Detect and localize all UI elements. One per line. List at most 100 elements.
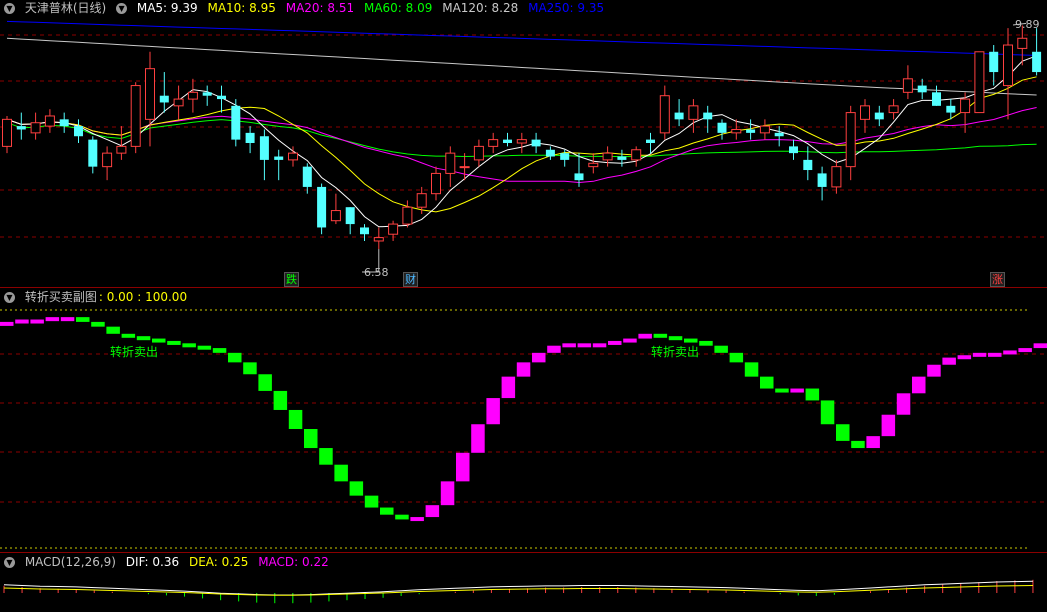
marker-up[interactable]: 涨 <box>990 272 1005 287</box>
indicator-bar-down <box>729 352 744 363</box>
indicator-bar-up <box>866 436 880 449</box>
high-price-label: 9.89 <box>1015 18 1040 31</box>
candle-body-up <box>960 98 971 114</box>
candle-body-down <box>703 112 713 120</box>
candle-body-up <box>116 145 127 154</box>
candle-body-down <box>302 166 312 187</box>
collapse-icon[interactable]: ▼ <box>4 292 15 303</box>
candle-body-up <box>488 139 499 147</box>
candlestick-chart[interactable] <box>0 0 1047 287</box>
candle-body-down <box>932 92 941 106</box>
candle-body-up <box>416 193 427 208</box>
signal-label-sell: 转折卖出 <box>110 345 159 359</box>
candle-body-up <box>831 166 842 188</box>
ma20-label: MA20: 8.51 <box>285 1 355 15</box>
candle-body-down <box>16 126 26 130</box>
candle-body-down <box>989 51 999 73</box>
candle-body-down <box>531 139 541 147</box>
candle-body-up <box>388 223 399 235</box>
indicator-bar-up <box>410 517 424 522</box>
indicator-bar-up <box>577 343 592 348</box>
indicator-bar-down <box>653 333 668 338</box>
ma10-label: MA10: 8.95 <box>207 1 276 15</box>
indicator-bar-down <box>167 340 181 345</box>
candle-body-up <box>860 105 870 120</box>
marker-down[interactable]: 跌 <box>284 272 299 287</box>
candle-body-up <box>44 115 55 127</box>
indicator-bar-down <box>182 343 196 348</box>
candle-body-down <box>231 105 241 140</box>
price-panel[interactable]: ▼ 天津普林(日线) ▼ MA5: 9.39 MA10: 8.95 MA20: … <box>0 0 1047 287</box>
indicator-bar-down <box>349 481 364 496</box>
indicator-bar-down <box>273 390 288 410</box>
indicator-bar-up <box>501 376 516 399</box>
macd-dif: DIF: 0.36 <box>125 555 180 569</box>
indicator-bar-up <box>881 414 896 437</box>
candle-body-down <box>717 122 727 133</box>
candle-body-up <box>330 210 341 222</box>
candle-body-up <box>888 105 899 114</box>
candle-body-up <box>459 166 470 169</box>
candle-body-down <box>88 139 98 167</box>
indicator-bar-up <box>623 338 637 343</box>
indicator-bar-up <box>608 340 622 345</box>
indicator-bar-up <box>15 319 29 324</box>
indicator-bar-up <box>1033 343 1047 349</box>
indicator-bar-up <box>516 362 531 377</box>
settings-circle-icon[interactable]: ▼ <box>116 3 128 14</box>
indicator-bar-down <box>91 321 105 327</box>
indicator-bar-down <box>699 340 713 346</box>
macd-panel[interactable]: ▼ MACD(12,26,9) DIF: 0.36 DEA: 0.25 MACD… <box>0 553 1047 612</box>
collapse-icon[interactable]: ▼ <box>4 3 15 14</box>
indicator-bar-down <box>106 326 120 334</box>
indicator-chart[interactable] <box>0 288 1047 552</box>
indicator-bar-down <box>775 388 789 393</box>
candle-body-up <box>588 162 599 168</box>
indicator-bar-up <box>927 364 941 377</box>
stock-title: 天津普林(日线) <box>24 1 107 15</box>
indicator-bar-up <box>988 352 1002 357</box>
indicator-panel[interactable]: ▼ 转折买卖副图: 0.00 : 100.00 转折卖出 转折卖出 <box>0 288 1047 552</box>
indicator-bar-up <box>896 393 911 415</box>
dif-line <box>3 580 1033 596</box>
candle-body-down <box>545 149 555 157</box>
candle-body-down <box>917 85 927 93</box>
indicator-bar-up <box>592 343 607 348</box>
indicator-header: ▼ 转折买卖副图: 0.00 : 100.00 <box>4 289 193 305</box>
indicator-bar-down <box>836 424 850 441</box>
indicator-bar-down <box>760 376 774 389</box>
candle-body-down <box>674 112 684 120</box>
candle-body-up <box>173 98 184 107</box>
candle-body-down <box>560 153 570 160</box>
indicator-bar-up <box>638 333 652 339</box>
ma250-label: MA250: 9.35 <box>528 1 605 15</box>
candle-body-up <box>1003 44 1013 87</box>
indicator-bar-down <box>228 352 242 363</box>
indicator-bar-down <box>212 348 227 353</box>
indicator-bar-down <box>744 362 759 377</box>
ma5-label: MA5: 9.39 <box>136 1 198 15</box>
indicator-bar-down <box>684 338 698 343</box>
indicator-bar-down <box>820 400 835 425</box>
candle-body-down <box>217 95 226 100</box>
indicator-bar-up <box>45 317 60 322</box>
candle-body-up <box>130 85 141 147</box>
candle-body-down <box>646 139 655 143</box>
candle-body-up <box>688 105 699 120</box>
indicator-bar-down <box>805 388 820 401</box>
candle-body-up <box>902 78 913 93</box>
indicator-bar-up <box>562 343 576 348</box>
indicator-bar-down <box>288 409 303 429</box>
indicator-bar-up <box>456 452 470 482</box>
macd-header: ▼ MACD(12,26,9) DIF: 0.36 DEA: 0.25 MACD… <box>4 554 335 570</box>
candle-body-up <box>145 68 155 120</box>
candle-body-down <box>574 173 584 181</box>
candle-body-up <box>187 91 198 100</box>
collapse-icon[interactable]: ▼ <box>4 557 15 568</box>
indicator-bar-down <box>121 333 136 338</box>
candle-body-up <box>845 112 856 168</box>
candle-body-up <box>731 128 742 134</box>
marker-finance[interactable]: 财 <box>403 272 418 287</box>
indicator-bar-up <box>912 376 926 394</box>
indicator-bar-up <box>0 321 14 326</box>
